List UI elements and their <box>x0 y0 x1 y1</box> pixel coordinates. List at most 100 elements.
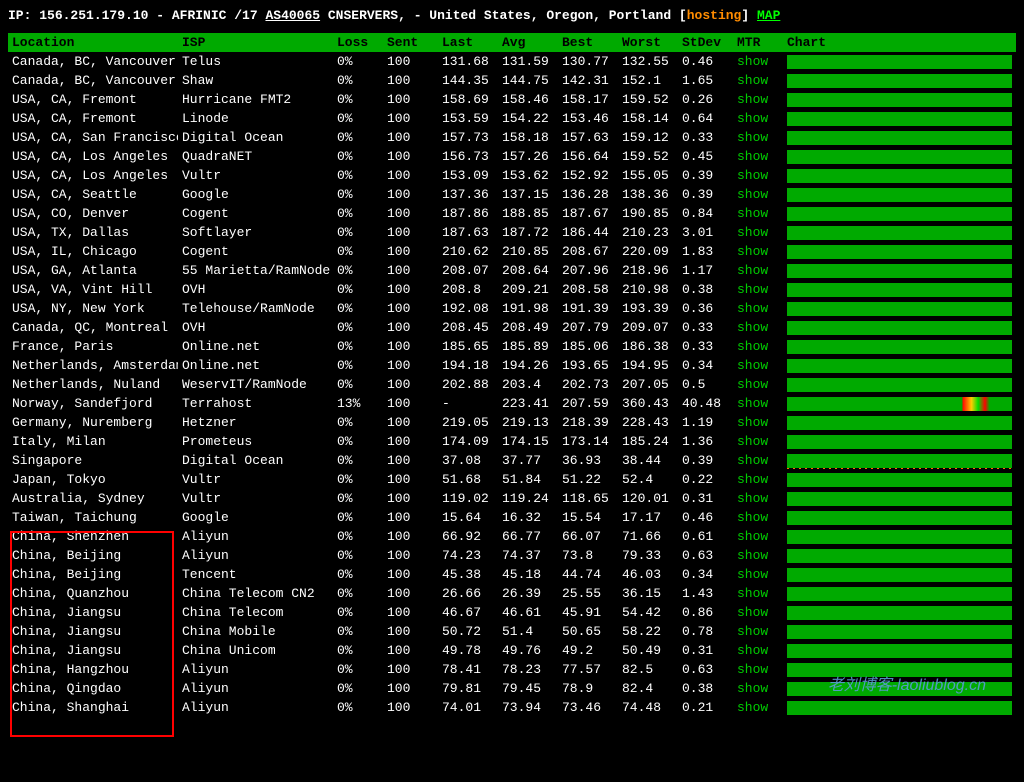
mtr-show-link[interactable]: show <box>737 472 768 487</box>
chart-bar <box>787 606 1012 620</box>
mtr-show-link[interactable]: show <box>737 491 768 506</box>
cell-sent: 100 <box>383 261 438 280</box>
cell-isp: Telehouse/RamNode <box>178 299 333 318</box>
mtr-show-link[interactable]: show <box>737 529 768 544</box>
mtr-show-link[interactable]: show <box>737 358 768 373</box>
cell-avg: 157.26 <box>498 147 558 166</box>
cell-last: 144.35 <box>438 71 498 90</box>
cell-mtr: show <box>733 147 783 166</box>
mtr-show-link[interactable]: show <box>737 396 768 411</box>
cell-sent: 100 <box>383 204 438 223</box>
mtr-show-link[interactable]: show <box>737 301 768 316</box>
mtr-show-link[interactable]: show <box>737 434 768 449</box>
cell-last: 37.08 <box>438 451 498 470</box>
cell-best: 218.39 <box>558 413 618 432</box>
mtr-show-link[interactable]: show <box>737 111 768 126</box>
table-row: China, BeijingAliyun0%10074.2374.3773.87… <box>8 546 1016 565</box>
cell-avg: 144.75 <box>498 71 558 90</box>
cell-sent: 100 <box>383 223 438 242</box>
mtr-show-link[interactable]: show <box>737 187 768 202</box>
cell-avg: 66.77 <box>498 527 558 546</box>
mtr-show-link[interactable]: show <box>737 415 768 430</box>
mtr-show-link[interactable]: show <box>737 225 768 240</box>
cell-chart <box>783 337 1016 356</box>
cell-loss: 0% <box>333 90 383 109</box>
mtr-show-link[interactable]: show <box>737 149 768 164</box>
asn-link[interactable]: AS40065 <box>265 8 320 23</box>
mtr-show-link[interactable]: show <box>737 320 768 335</box>
cell-location: USA, VA, Vint Hill <box>8 280 178 299</box>
cell-sent: 100 <box>383 527 438 546</box>
cell-best: 207.59 <box>558 394 618 413</box>
cell-location: USA, TX, Dallas <box>8 223 178 242</box>
map-link[interactable]: MAP <box>757 8 780 23</box>
cell-mtr: show <box>733 52 783 71</box>
mtr-show-link[interactable]: show <box>737 282 768 297</box>
cell-avg: 78.23 <box>498 660 558 679</box>
mtr-show-link[interactable]: show <box>737 700 768 715</box>
cell-last: 208.07 <box>438 261 498 280</box>
mtr-show-link[interactable]: show <box>737 605 768 620</box>
cell-stdev: 40.48 <box>678 394 733 413</box>
cell-mtr: show <box>733 622 783 641</box>
cell-best: 36.93 <box>558 451 618 470</box>
cell-loss: 0% <box>333 52 383 71</box>
cell-mtr: show <box>733 128 783 147</box>
cell-loss: 0% <box>333 622 383 641</box>
cell-best: 202.73 <box>558 375 618 394</box>
cell-location: China, Jiangsu <box>8 603 178 622</box>
mtr-show-link[interactable]: show <box>737 624 768 639</box>
cell-mtr: show <box>733 470 783 489</box>
cell-last: 50.72 <box>438 622 498 641</box>
mtr-show-link[interactable]: show <box>737 339 768 354</box>
cell-worst: 46.03 <box>618 565 678 584</box>
cell-stdev: 0.38 <box>678 679 733 698</box>
cell-chart <box>783 451 1016 470</box>
cell-worst: 36.15 <box>618 584 678 603</box>
mtr-show-link[interactable]: show <box>737 643 768 658</box>
mtr-show-link[interactable]: show <box>737 377 768 392</box>
mtr-show-link[interactable]: show <box>737 586 768 601</box>
mtr-show-link[interactable]: show <box>737 263 768 278</box>
mtr-show-link[interactable]: show <box>737 92 768 107</box>
mtr-show-link[interactable]: show <box>737 662 768 677</box>
cell-worst: 58.22 <box>618 622 678 641</box>
mtr-show-link[interactable]: show <box>737 548 768 563</box>
mtr-show-link[interactable]: show <box>737 453 768 468</box>
mtr-show-link[interactable]: show <box>737 130 768 145</box>
table-row: Italy, MilanPrometeus0%100174.09174.1517… <box>8 432 1016 451</box>
cell-chart <box>783 508 1016 527</box>
cell-stdev: 0.84 <box>678 204 733 223</box>
chart-bar <box>787 378 1012 392</box>
cell-chart <box>783 679 1016 698</box>
cell-mtr: show <box>733 451 783 470</box>
mtr-show-link[interactable]: show <box>737 73 768 88</box>
cell-worst: 360.43 <box>618 394 678 413</box>
cell-sent: 100 <box>383 641 438 660</box>
cell-stdev: 0.5 <box>678 375 733 394</box>
mtr-show-link[interactable]: show <box>737 206 768 221</box>
cell-avg: 208.49 <box>498 318 558 337</box>
cell-loss: 0% <box>333 451 383 470</box>
cell-isp: Cogent <box>178 204 333 223</box>
mtr-show-link[interactable]: show <box>737 510 768 525</box>
mtr-show-link[interactable]: show <box>737 681 768 696</box>
col-loss: Loss <box>333 33 383 52</box>
table-row: USA, CA, Los AngelesVultr0%100153.09153.… <box>8 166 1016 185</box>
cell-worst: 132.55 <box>618 52 678 71</box>
cell-avg: 185.89 <box>498 337 558 356</box>
cell-best: 77.57 <box>558 660 618 679</box>
mtr-show-link[interactable]: show <box>737 168 768 183</box>
chart-bar <box>787 682 1012 696</box>
cell-mtr: show <box>733 489 783 508</box>
cell-sent: 100 <box>383 584 438 603</box>
mtr-show-link[interactable]: show <box>737 244 768 259</box>
col-sent: Sent <box>383 33 438 52</box>
mtr-show-link[interactable]: show <box>737 54 768 69</box>
cell-worst: 17.17 <box>618 508 678 527</box>
cell-best: 45.91 <box>558 603 618 622</box>
cell-mtr: show <box>733 71 783 90</box>
cell-sent: 100 <box>383 109 438 128</box>
mtr-show-link[interactable]: show <box>737 567 768 582</box>
cell-location: USA, CA, Seattle <box>8 185 178 204</box>
